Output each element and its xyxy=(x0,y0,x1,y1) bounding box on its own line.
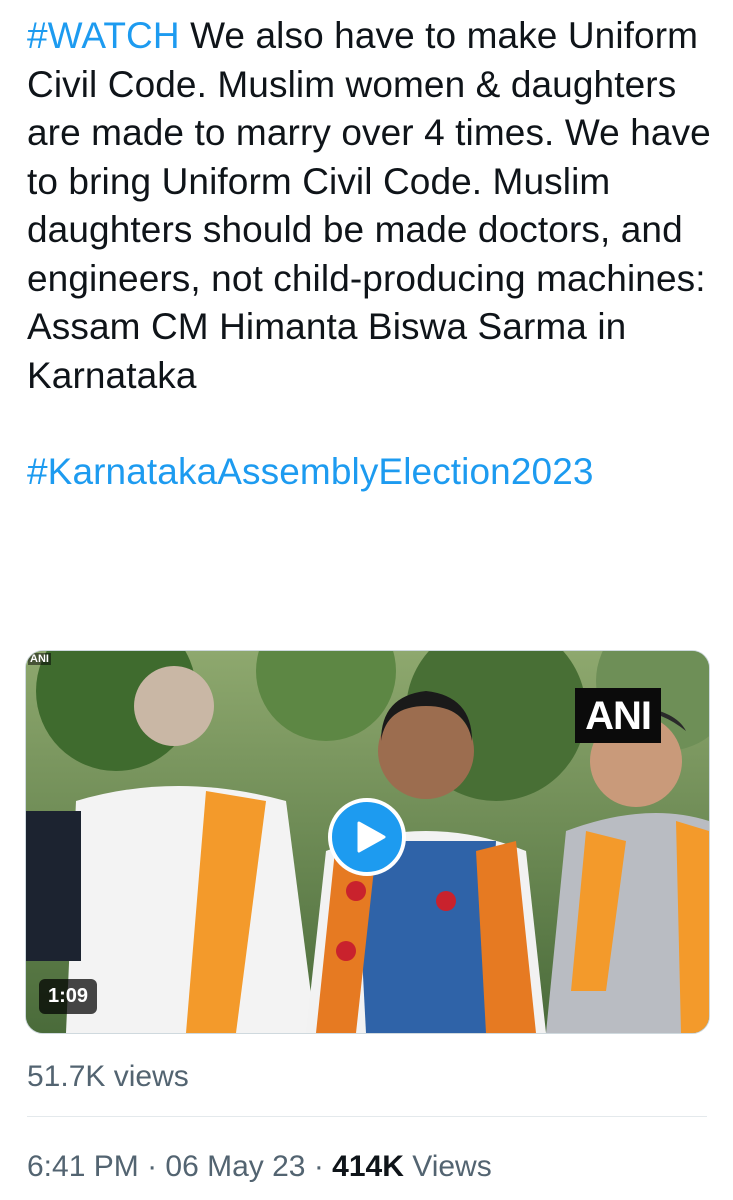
video-duration: 1:09 xyxy=(39,979,98,1014)
divider xyxy=(27,1116,707,1117)
views-label: Views xyxy=(403,1150,492,1183)
video-player[interactable]: ANI ANI 1:09 xyxy=(25,650,710,1034)
meta-separator: · xyxy=(138,1150,166,1183)
ani-logo: ANI xyxy=(575,688,661,743)
tweet-body: We also have to make Uniform Civil Code.… xyxy=(27,15,711,396)
ani-corner-mark: ANI xyxy=(28,653,51,665)
hashtag-karnataka-election[interactable]: #KarnatakaAssemblyElection2023 xyxy=(27,451,594,492)
play-button[interactable] xyxy=(328,798,406,876)
tweet-time[interactable]: 6:41 PM xyxy=(27,1150,139,1183)
paragraph-break xyxy=(27,400,717,448)
play-icon xyxy=(357,821,386,853)
hashtag-watch[interactable]: #WATCH xyxy=(27,15,180,56)
tweet-text: #WATCH We also have to make Uniform Civi… xyxy=(27,12,717,497)
views-count[interactable]: 414K xyxy=(332,1150,404,1183)
more-options-icon[interactable]: ··· xyxy=(705,0,727,8)
tweet-meta: 6:41 PM · 06 May 23 · 414K Views xyxy=(27,1150,492,1184)
tweet-date[interactable]: 06 May 23 xyxy=(165,1150,305,1183)
video-view-count: 51.7K views xyxy=(27,1060,189,1093)
meta-separator: · xyxy=(305,1150,333,1183)
